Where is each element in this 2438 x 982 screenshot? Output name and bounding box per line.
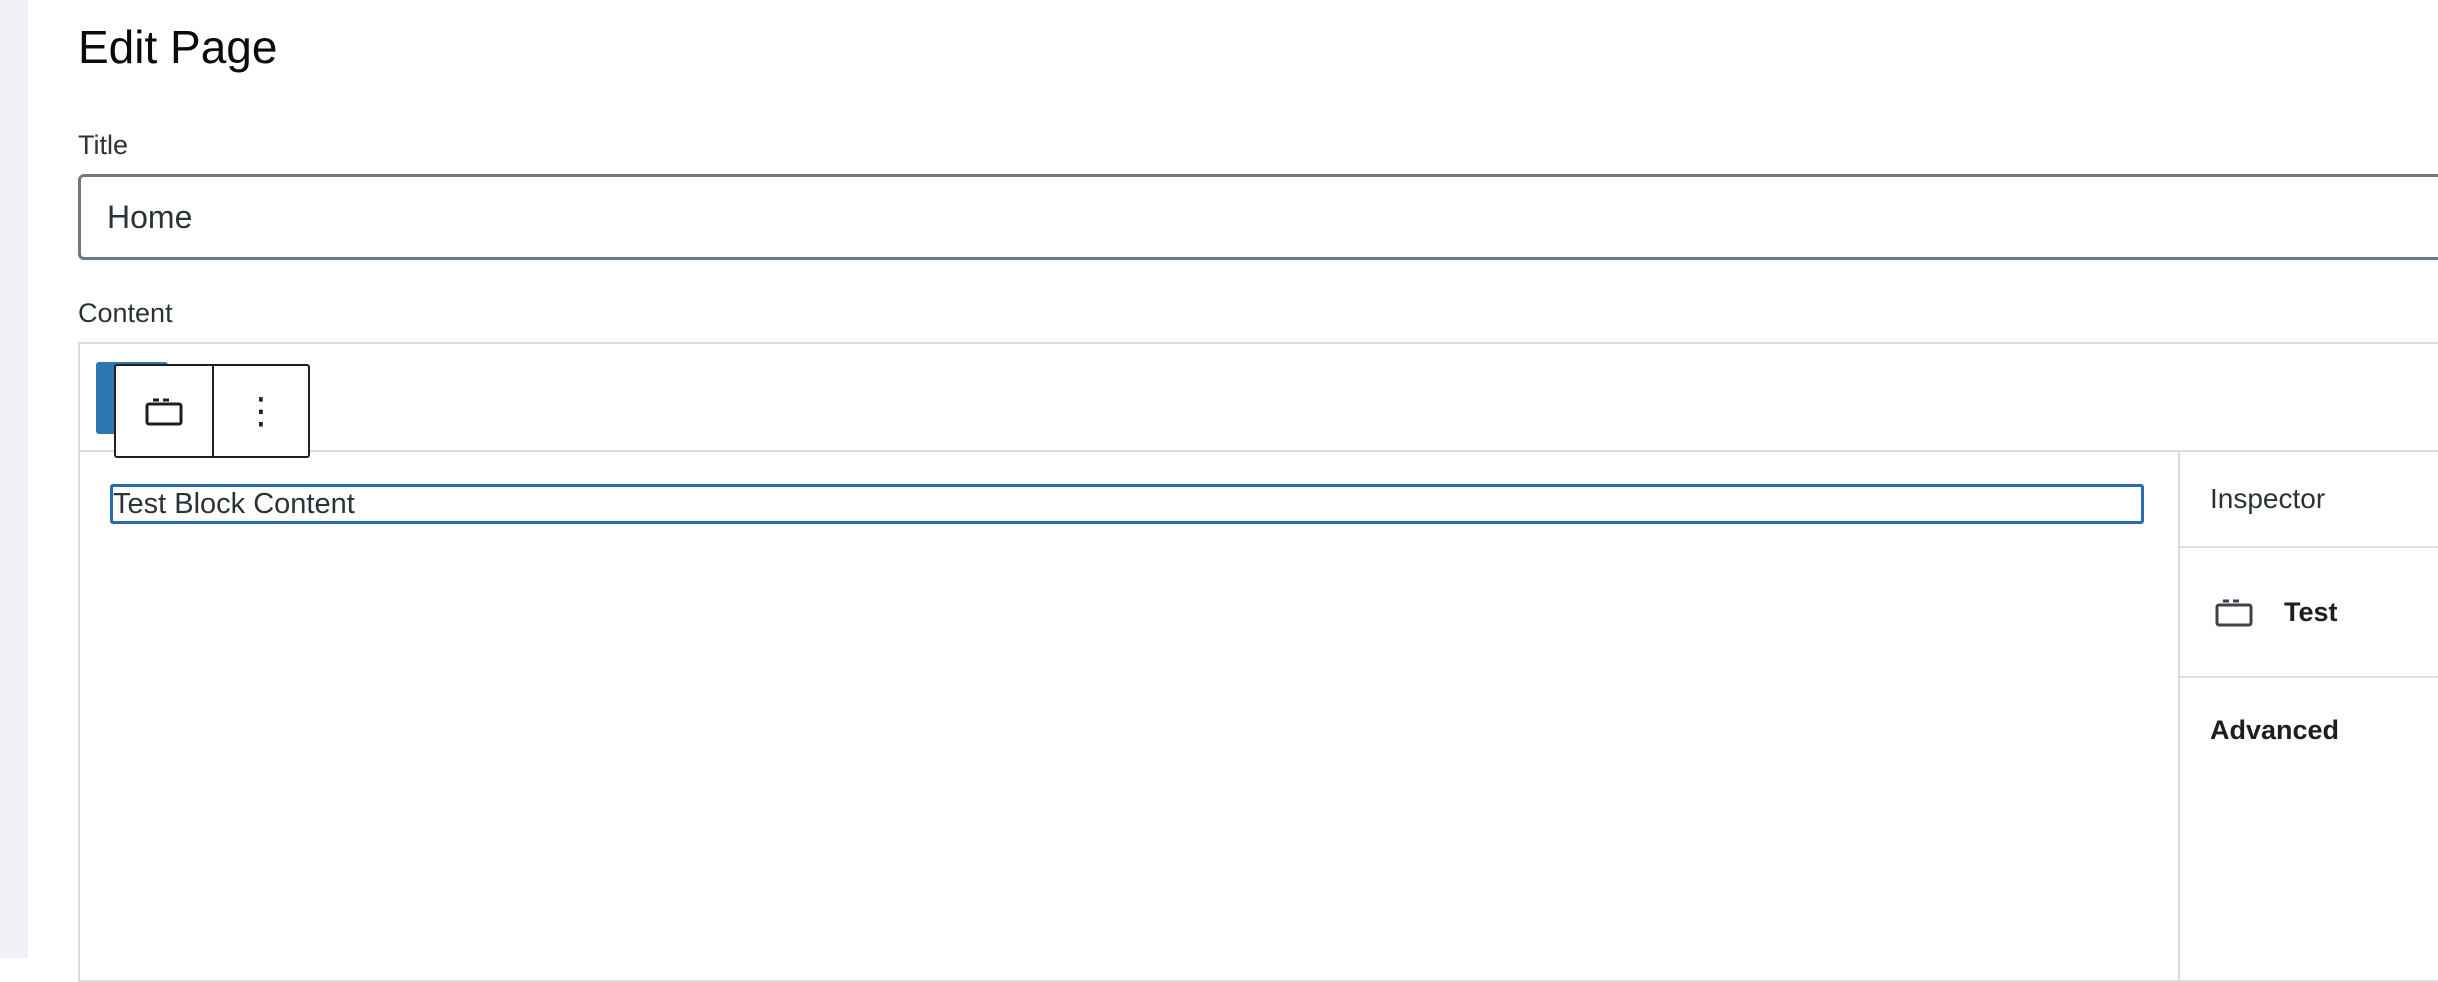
- inspector-header: Inspector: [2180, 452, 2438, 548]
- advanced-panel-toggle[interactable]: Advanced: [2180, 678, 2438, 782]
- block-options-button[interactable]: ⋮: [214, 366, 308, 456]
- inspector-block-name: Test: [2284, 596, 2338, 627]
- title-input[interactable]: [78, 174, 2438, 260]
- selected-block[interactable]: Test Block Content: [110, 484, 2144, 524]
- editor-canvas: Test Block Content: [80, 452, 2180, 982]
- content-label: Content: [78, 298, 173, 328]
- more-vertical-icon: ⋮: [243, 390, 279, 431]
- block-default-icon: [145, 398, 183, 426]
- block-type-button[interactable]: [116, 366, 214, 456]
- title-label: Title: [78, 130, 129, 160]
- block-editor: ⋮ Test Block Content Inspector Test Adva…: [78, 342, 2438, 982]
- inspector-block-card: Test: [2180, 548, 2438, 678]
- block-inspector: Inspector Test Advanced: [2178, 452, 2438, 982]
- page-title: Edit Page: [78, 21, 278, 73]
- block-toolbar: ⋮: [114, 364, 310, 458]
- admin-sidebar-edge: [0, 0, 28, 958]
- editor-header-toolbar: ⋮: [80, 344, 2438, 458]
- block-default-icon: [2215, 599, 2253, 627]
